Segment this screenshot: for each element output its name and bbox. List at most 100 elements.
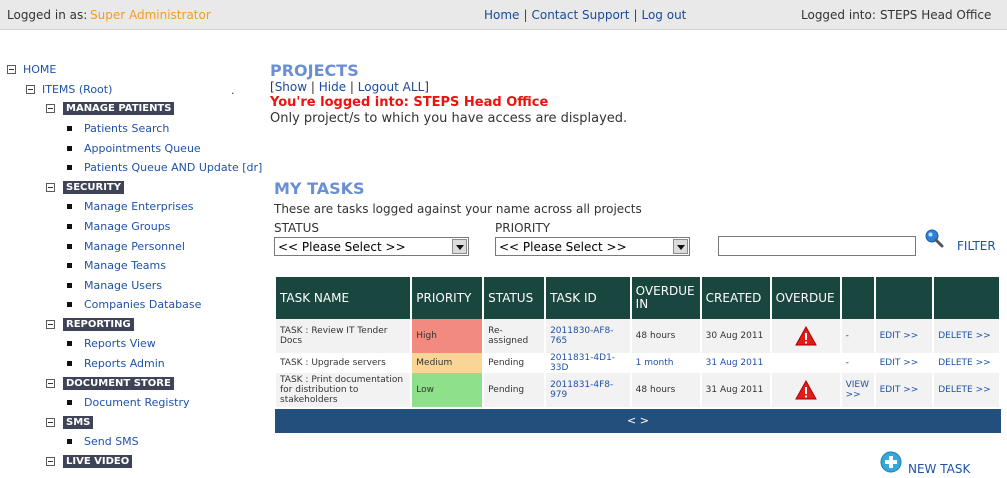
- stray-dot: .: [231, 84, 235, 97]
- view-cell: -: [841, 353, 874, 373]
- group-label-manage-patients[interactable]: MANAGE PATIENTS: [63, 101, 175, 115]
- column-header: PRIORITY: [412, 277, 483, 319]
- my-tasks-title: MY TASKS: [274, 179, 365, 198]
- collapse-toggle-icon[interactable]: [46, 456, 55, 466]
- contact-support-link[interactable]: Contact Support: [531, 8, 629, 22]
- sidebar-item-manage-groups[interactable]: Manage Groups: [84, 220, 170, 233]
- group-label-live-video[interactable]: LIVE VIDEO: [63, 454, 133, 468]
- table-pager[interactable]: < >: [275, 409, 1001, 433]
- collapse-toggle-icon[interactable]: [46, 319, 55, 329]
- separator: |: [523, 8, 528, 22]
- column-header: TASK NAME: [276, 277, 411, 319]
- status-select[interactable]: << Please Select >>: [274, 237, 469, 256]
- overdue-in-cell: 48 hours: [631, 319, 700, 353]
- log-out-link[interactable]: Log out: [641, 8, 686, 22]
- dropdown-arrow-icon[interactable]: [452, 239, 467, 254]
- priority-select[interactable]: << Please Select >>: [495, 237, 690, 256]
- sidebar-item-manage-users[interactable]: Manage Users: [84, 279, 162, 292]
- task-id-cell[interactable]: 2011831-4D1-33D: [546, 353, 630, 373]
- show-link[interactable]: Show: [275, 80, 307, 94]
- collapse-toggle-icon[interactable]: [26, 84, 35, 94]
- sidebar-item-reports-admin[interactable]: Reports Admin: [84, 357, 165, 370]
- search-icon[interactable]: [924, 228, 944, 248]
- dropdown-arrow-icon[interactable]: [673, 239, 688, 254]
- logged-into-label: Logged into:: [801, 8, 876, 22]
- collapse-toggle-icon[interactable]: [46, 417, 55, 427]
- priority-select-value: << Please Select >>: [499, 240, 627, 254]
- sidebar-item-items-root[interactable]: ITEMS (Root): [42, 83, 112, 96]
- bullet-icon: [67, 282, 72, 288]
- delete-link[interactable]: DELETE >>: [934, 373, 999, 407]
- sidebar-item: Manage Teams: [67, 258, 166, 272]
- bullet-icon: [67, 223, 72, 229]
- edit-link[interactable]: EDIT >>: [875, 373, 933, 407]
- tree-node-home: HOME: [7, 62, 56, 76]
- home-link[interactable]: Home: [484, 8, 519, 22]
- task-id-cell[interactable]: 2011831-4F8-979: [546, 373, 630, 407]
- column-header: STATUS: [484, 277, 545, 319]
- priority-cell: Medium: [412, 353, 483, 373]
- group-label-reporting[interactable]: REPORTING: [63, 317, 134, 331]
- sidebar-item: Manage Enterprises: [67, 199, 194, 213]
- tree-group-security: SECURITY: [46, 180, 124, 194]
- table-row: TASK : Upgrade servers Medium Pending 20…: [276, 353, 999, 373]
- collapse-toggle-icon[interactable]: [46, 182, 55, 192]
- sidebar-item-manage-teams[interactable]: Manage Teams: [84, 259, 166, 272]
- sidebar-item-manage-personnel[interactable]: Manage Personnel: [84, 240, 185, 253]
- sidebar-item-companies-database[interactable]: Companies Database: [84, 298, 201, 311]
- overdue-cell: [771, 373, 840, 407]
- sidebar-item: Reports View: [67, 336, 156, 350]
- task-id-cell[interactable]: 2011830-AF8-765: [546, 319, 630, 353]
- overdue-in-cell: 1 month: [631, 353, 700, 373]
- sidebar-item-send-sms[interactable]: Send SMS: [84, 435, 139, 448]
- sidebar-item-document-registry[interactable]: Document Registry: [84, 396, 190, 409]
- sidebar-item-patients-search[interactable]: Patients Search: [84, 122, 169, 135]
- column-header: TASK ID: [546, 277, 630, 319]
- sidebar-item-home[interactable]: HOME: [23, 63, 56, 76]
- table-row: TASK : Print documentation for distribut…: [276, 373, 999, 407]
- projects-links: [Show | Hide | Logout ALL]: [270, 80, 429, 94]
- bullet-icon: [67, 360, 72, 366]
- sidebar-item-appointments-queue[interactable]: Appointments Queue: [84, 142, 201, 155]
- add-task-icon[interactable]: [880, 451, 902, 473]
- sidebar-item-manage-enterprises[interactable]: Manage Enterprises: [84, 200, 194, 213]
- sidebar-item: Send SMS: [67, 434, 139, 448]
- sidebar-item-patients-queue-update[interactable]: Patients Queue AND Update [dr]: [84, 161, 262, 174]
- new-task-button[interactable]: NEW TASK: [908, 462, 970, 476]
- tree-group-live-video: LIVE VIDEO: [46, 454, 133, 468]
- search-input[interactable]: [718, 236, 916, 256]
- group-label-sms[interactable]: SMS: [63, 415, 94, 429]
- table-header-row: TASK NAME PRIORITY STATUS TASK ID OVERDU…: [276, 277, 999, 319]
- overdue-in-cell: 48 hours: [631, 373, 700, 407]
- logged-in-user: Super Administrator: [90, 8, 211, 22]
- bullet-icon: [67, 145, 72, 151]
- sidebar-item: Companies Database: [67, 297, 201, 311]
- created-cell: 31 Aug 2011: [701, 373, 770, 407]
- edit-link[interactable]: EDIT >>: [875, 353, 933, 373]
- collapse-toggle-icon[interactable]: [46, 378, 55, 388]
- delete-link[interactable]: DELETE >>: [934, 319, 999, 353]
- sidebar-item-reports-view[interactable]: Reports View: [84, 337, 156, 350]
- collapse-toggle-icon[interactable]: [7, 64, 16, 74]
- projects-title: PROJECTS: [270, 61, 359, 80]
- filter-button[interactable]: FILTER: [957, 239, 996, 253]
- status-cell: Pending: [484, 373, 545, 407]
- group-label-document-store[interactable]: DOCUMENT STORE: [63, 376, 174, 390]
- group-label-security[interactable]: SECURITY: [63, 180, 124, 194]
- status-select-value: << Please Select >>: [278, 240, 406, 254]
- view-link[interactable]: VIEW >>: [841, 373, 874, 407]
- bullet-icon: [67, 301, 72, 307]
- edit-link[interactable]: EDIT >>: [875, 319, 933, 353]
- warning-icon: [794, 326, 817, 346]
- view-cell: -: [841, 319, 874, 353]
- tree-group-document-store: DOCUMENT STORE: [46, 376, 174, 390]
- hide-link[interactable]: Hide: [319, 80, 346, 94]
- my-tasks-description: These are tasks logged against your name…: [274, 202, 642, 216]
- collapse-toggle-icon[interactable]: [46, 103, 55, 113]
- overdue-cell: [771, 319, 840, 353]
- logout-all-link[interactable]: Logout ALL: [358, 80, 424, 94]
- delete-link[interactable]: DELETE >>: [934, 353, 999, 373]
- bullet-icon: [67, 125, 72, 131]
- status-label: STATUS: [274, 221, 320, 235]
- priority-cell: Low: [412, 373, 483, 407]
